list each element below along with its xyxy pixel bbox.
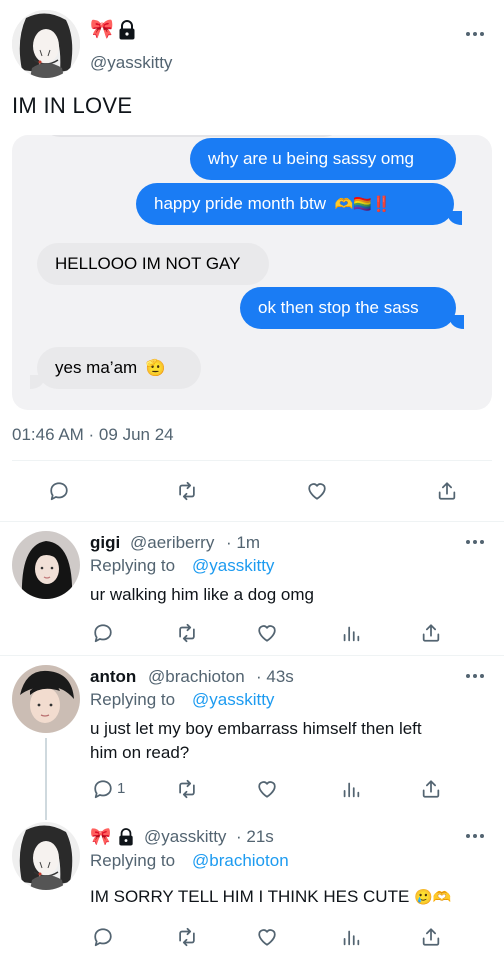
reply-text-content: IM SORRY TELL HIM I THINK HES CUTE <box>90 887 410 906</box>
author-name[interactable]: gigi <box>90 532 120 554</box>
lock-icon <box>118 20 136 40</box>
more-options-icon[interactable] <box>466 538 486 546</box>
reply-icon[interactable] <box>92 778 114 800</box>
more-options-icon[interactable] <box>466 672 486 680</box>
message-text: happy pride month btw <box>154 194 326 213</box>
tweet-timestamp[interactable]: 01:46 AM · 09 Jun 24 <box>12 424 174 446</box>
bow-emoji: 🎀 <box>90 19 114 40</box>
bubble-tail <box>450 315 464 329</box>
message-bubble-in: yes ma’am 🫡 <box>37 347 201 389</box>
lock-icon <box>118 828 134 846</box>
avatar-yasskitty[interactable] <box>12 10 80 78</box>
thread-line <box>45 738 47 820</box>
reply-emoji: 🥲🫶 <box>414 889 452 906</box>
avatar-gigi[interactable] <box>12 531 80 599</box>
author-handle[interactable]: @aeriberry <box>130 532 214 554</box>
message-text: ok then stop the sass <box>258 298 419 317</box>
message-bubble-out: happy pride month btw 🫶🏳️‍🌈‼️ <box>136 183 454 225</box>
reply-icon[interactable] <box>92 622 114 644</box>
message-text: yes ma’am <box>55 358 138 377</box>
cropped-bubble-edge <box>42 135 342 137</box>
retweet-icon[interactable] <box>176 926 198 948</box>
author-handle[interactable]: @brachioton <box>148 666 245 688</box>
views-icon[interactable] <box>340 778 362 800</box>
more-options-icon[interactable] <box>466 832 486 840</box>
bubble-tail <box>30 375 44 389</box>
reply-text-line: u just let my boy embarrass himself then… <box>90 719 422 738</box>
reply-icon[interactable] <box>92 926 114 948</box>
message-bubble-in: HELLOOO IM NOT GAY <box>37 243 269 285</box>
like-icon[interactable] <box>256 778 278 800</box>
replying-to-link[interactable]: @brachioton <box>192 850 289 872</box>
replying-to-label: Replying to <box>90 690 176 709</box>
share-icon[interactable] <box>436 480 458 502</box>
replying-to-link[interactable]: @yasskitty <box>192 555 274 577</box>
reply-time: · 43s <box>256 667 294 686</box>
share-icon[interactable] <box>420 778 442 800</box>
author-name[interactable]: anton <box>90 666 136 688</box>
share-icon[interactable] <box>420 926 442 948</box>
reply-time: · 1m <box>226 533 260 552</box>
like-icon[interactable] <box>256 622 278 644</box>
retweet-icon[interactable] <box>176 480 198 502</box>
replying-to-label: Replying to <box>90 556 176 575</box>
retweet-icon[interactable] <box>176 778 198 800</box>
message-bubble-out: ok then stop the sass <box>240 287 456 329</box>
avatar-yasskitty[interactable] <box>12 822 80 890</box>
more-options-icon[interactable] <box>466 30 486 38</box>
author-handle[interactable]: @yasskitty <box>90 52 172 74</box>
bubble-tail <box>448 211 462 225</box>
like-icon[interactable] <box>256 926 278 948</box>
views-icon[interactable] <box>340 926 362 948</box>
tweet-text: IM IN LOVE <box>12 93 133 118</box>
share-icon[interactable] <box>420 622 442 644</box>
avatar-anton[interactable] <box>12 665 80 733</box>
retweet-icon[interactable] <box>176 622 198 644</box>
message-text: why are u being sassy omg <box>208 149 414 168</box>
message-emoji: 🫡 <box>145 360 166 377</box>
divider <box>0 655 504 656</box>
author-handle[interactable]: @yasskitty <box>144 826 226 848</box>
reply-count: 1 <box>117 780 126 797</box>
message-bubble-out: why are u being sassy omg <box>190 138 456 180</box>
attached-image[interactable]: why are u being sassy omg happy pride mo… <box>12 135 492 410</box>
message-emoji: 🫶🏳️‍🌈‼️ <box>334 196 391 213</box>
reply-time: · 21s <box>236 827 274 846</box>
reply-icon[interactable] <box>48 480 70 502</box>
like-icon[interactable] <box>306 480 328 502</box>
reply-text: ur walking him like a dog omg <box>90 585 314 604</box>
divider <box>12 460 492 461</box>
message-text: HELLOOO IM NOT GAY <box>55 254 241 273</box>
bow-emoji: 🎀 <box>90 827 112 846</box>
divider <box>0 521 504 522</box>
views-icon[interactable] <box>340 622 362 644</box>
replying-to-link[interactable]: @yasskitty <box>192 689 274 711</box>
reply-text: IM SORRY TELL HIM I THINK HES CUTE 🥲🫶 <box>90 886 451 909</box>
replying-to-label: Replying to <box>90 851 176 870</box>
reply-text-line: him on read? <box>90 743 190 762</box>
